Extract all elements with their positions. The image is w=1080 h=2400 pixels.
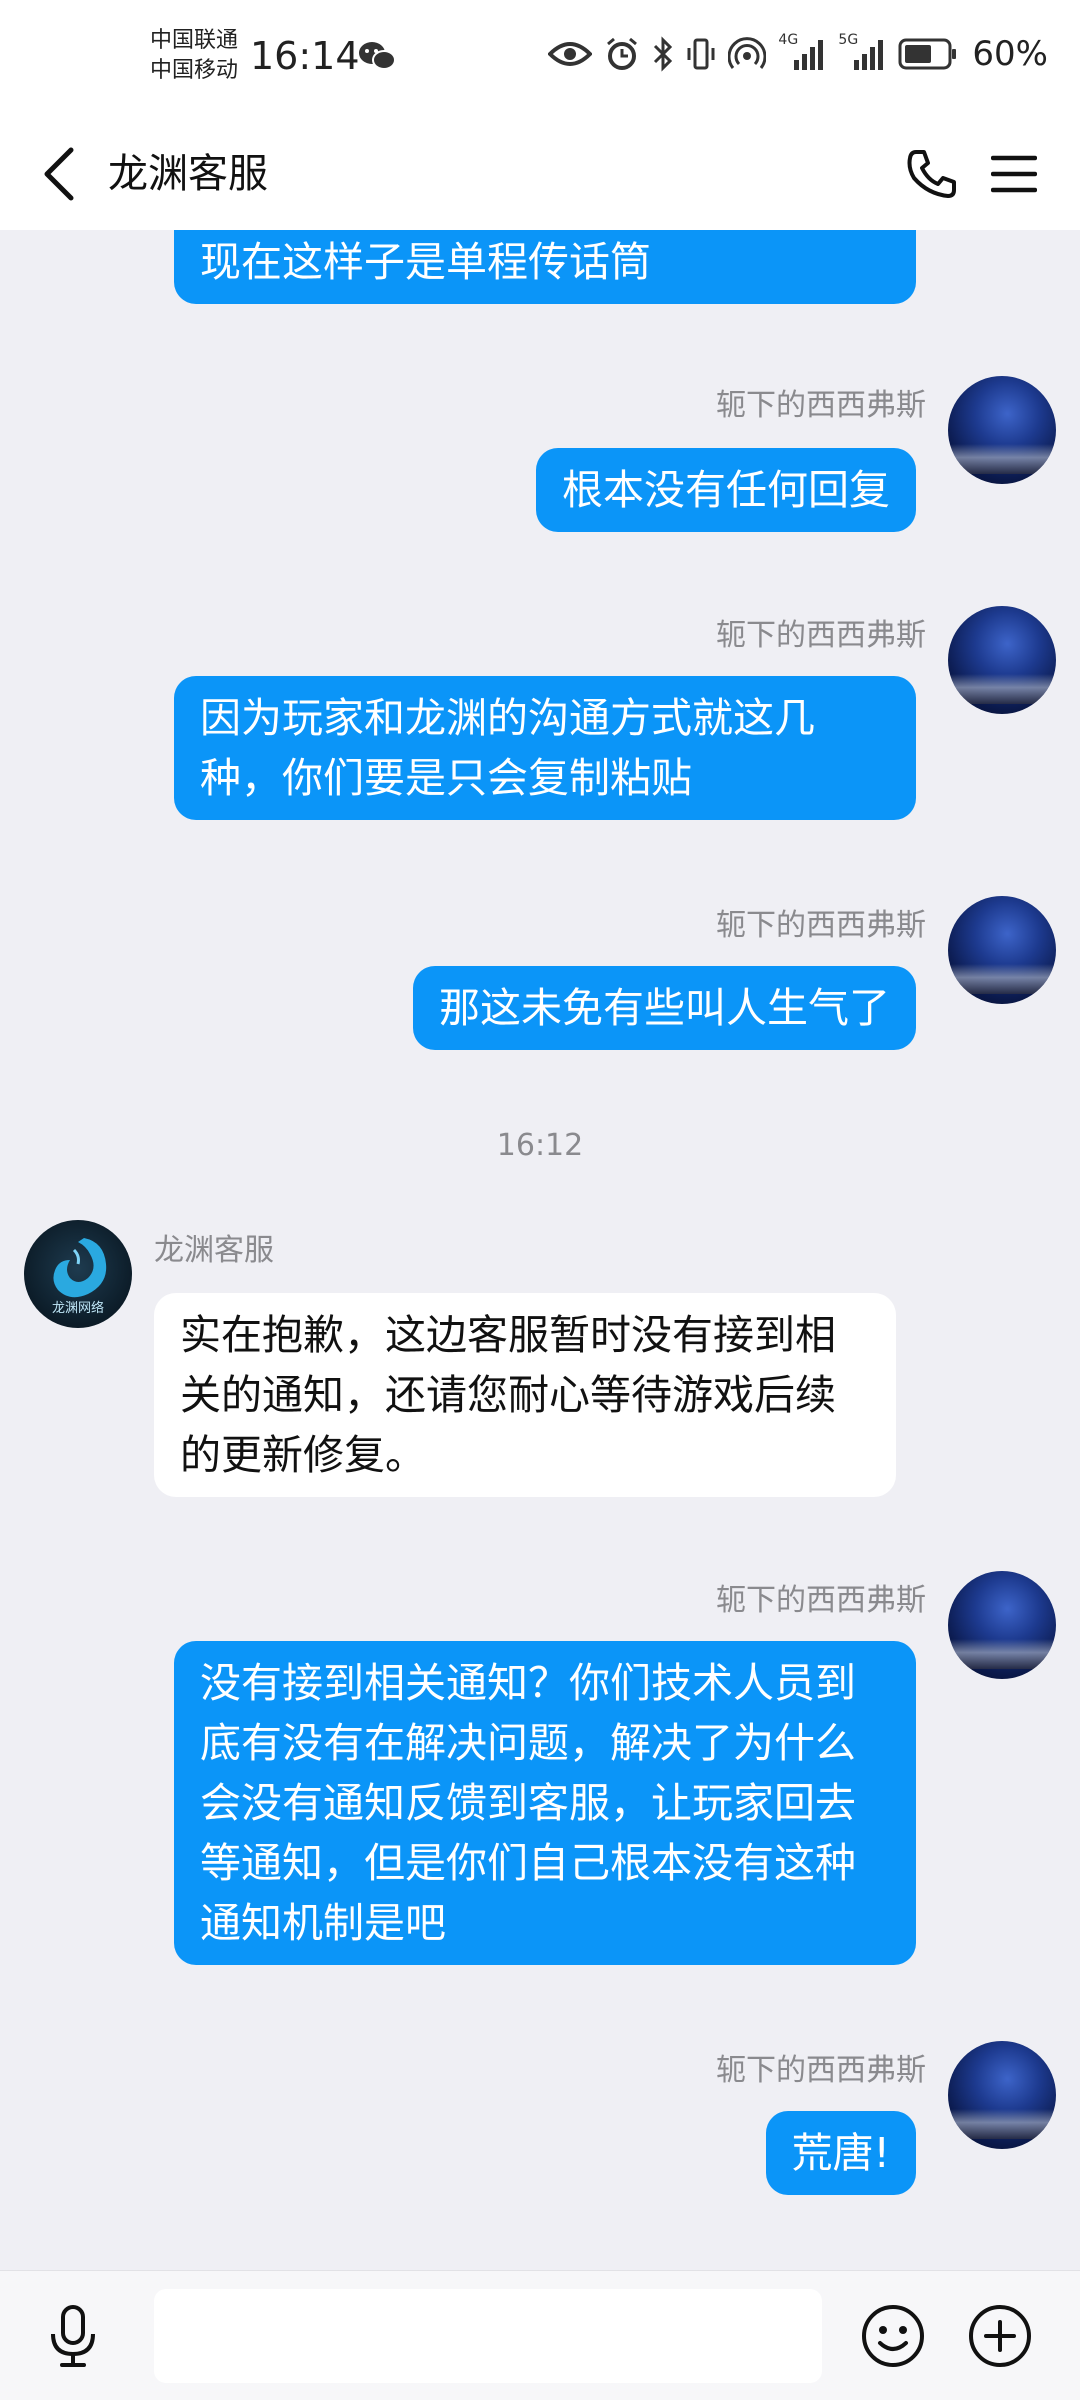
phone-icon	[907, 150, 956, 198]
sender-name: 轭下的西西弗斯	[716, 908, 926, 943]
plus-circle-icon	[969, 2305, 1031, 2367]
timestamp-divider: 16:12	[496, 1128, 584, 1163]
signal-4g-icon: 4G	[778, 32, 826, 72]
agent-avatar-text: 龙渊网络	[52, 1300, 104, 1316]
message-text: 荒唐!	[791, 2129, 890, 2177]
back-button[interactable]	[28, 142, 88, 206]
user-avatar[interactable]	[948, 896, 1056, 1004]
message-list[interactable]: 现在这样子是单程传话筒 轭下的西西弗斯 根本没有任何回复 轭下的西西弗斯 因为玩…	[0, 230, 1080, 2270]
more-options-button[interactable]	[962, 2298, 1038, 2374]
message-bubble-outgoing[interactable]: 没有接到相关通知？你们技术人员到底有没有在解决问题，解决了为什么会没有通知反馈到…	[174, 1641, 916, 1965]
message-bubble-outgoing[interactable]: 那这未免有些叫人生气了	[413, 966, 916, 1050]
emoji-button[interactable]	[855, 2298, 931, 2374]
voice-button[interactable]	[38, 2301, 108, 2371]
user-avatar[interactable]	[948, 606, 1056, 714]
sender-name: 轭下的西西弗斯	[716, 618, 926, 653]
chat-header: 龙渊客服	[0, 118, 1080, 230]
message-input[interactable]	[154, 2289, 822, 2383]
message-bubble-incoming[interactable]: 实在抱歉，这边客服暂时没有接到相关的通知，还请您耐心等待游戏后续的更新修复。	[154, 1293, 896, 1497]
message-bubble-outgoing[interactable]: 因为玩家和龙渊的沟通方式就这几种，你们要是只会复制粘贴	[174, 676, 916, 820]
agent-avatar[interactable]: 龙渊网络	[24, 1220, 132, 1328]
user-avatar[interactable]	[948, 376, 1056, 484]
message-text: 那这未免有些叫人生气了	[439, 984, 890, 1032]
message-bubble-outgoing[interactable]: 根本没有任何回复	[536, 448, 916, 532]
signal-5g-icon: 5G	[838, 32, 886, 72]
carrier-2: 中国移动	[150, 58, 239, 83]
longyuan-logo-icon: 龙渊网络	[52, 1238, 107, 1316]
wechat-notification-icon	[358, 40, 396, 76]
sender-name: 轭下的西西弗斯	[716, 1583, 926, 1618]
network-type-2: 5G	[838, 32, 859, 48]
carrier-1: 中国联通	[150, 28, 239, 53]
microphone-icon	[51, 2305, 95, 2367]
message-bubble-outgoing[interactable]: 现在这样子是单程传话筒	[174, 230, 916, 304]
battery-percent: 60%	[972, 34, 1048, 74]
user-avatar[interactable]	[948, 2041, 1056, 2149]
network-type-1: 4G	[778, 32, 799, 48]
page-title: 龙渊客服	[108, 151, 268, 197]
menu-button[interactable]	[984, 144, 1044, 204]
message-text: 没有接到相关通知？你们技术人员到底有没有在解决问题，解决了为什么会没有通知反馈到…	[200, 1659, 856, 1947]
status-bar: 中国联通 中国移动 16:14 4G 5G 60%	[0, 0, 1080, 118]
hamburger-menu-icon	[991, 155, 1037, 193]
vibrate-icon	[686, 36, 716, 72]
smiley-icon	[862, 2305, 924, 2367]
status-time: 16:14	[250, 34, 360, 78]
bluetooth-icon	[652, 36, 674, 72]
sender-name: 轭下的西西弗斯	[716, 2053, 926, 2088]
user-avatar[interactable]	[948, 1571, 1056, 1679]
sender-name: 轭下的西西弗斯	[716, 388, 926, 423]
eye-icon	[548, 39, 593, 69]
sender-name: 龙渊客服	[154, 1233, 274, 1268]
call-button[interactable]	[902, 144, 962, 204]
message-text: 现在这样子是单程传话筒	[200, 238, 651, 286]
battery-icon	[898, 37, 958, 71]
alarm-icon	[604, 36, 640, 72]
message-bubble-outgoing[interactable]: 荒唐!	[765, 2111, 916, 2195]
message-text: 因为玩家和龙渊的沟通方式就这几种，你们要是只会复制粘贴	[200, 694, 815, 802]
hotspot-icon	[728, 36, 767, 72]
message-text: 实在抱歉，这边客服暂时没有接到相关的通知，还请您耐心等待游戏后续的更新修复。	[180, 1311, 836, 1479]
message-text: 根本没有任何回复	[562, 466, 890, 514]
carrier-info: 中国联通 中国移动	[150, 26, 238, 86]
status-icons: 4G 5G 60%	[548, 32, 1048, 74]
chevron-left-icon	[44, 147, 74, 201]
input-bar	[0, 2270, 1080, 2400]
